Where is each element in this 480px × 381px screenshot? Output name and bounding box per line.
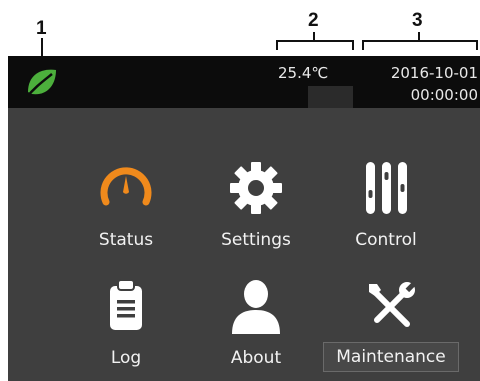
maintenance-button[interactable]: Maintenance: [316, 270, 466, 380]
callout-3-bracket: [362, 40, 478, 50]
tools-icon: [359, 274, 423, 338]
log-button[interactable]: Log: [56, 270, 196, 380]
sliders-icon: [354, 156, 418, 220]
callout-1: 1: [36, 18, 47, 39]
settings-button[interactable]: Settings: [186, 152, 326, 262]
settings-label: Settings: [221, 230, 291, 250]
temperature-readout: 25.4℃: [278, 64, 329, 82]
temperature-sub-box: [308, 86, 353, 108]
control-button[interactable]: Control: [316, 152, 456, 262]
status-label: Status: [98, 230, 154, 250]
date-readout: 2016-10-01: [390, 64, 478, 82]
clipboard-icon: [94, 274, 158, 338]
callout-2: 2: [308, 10, 319, 31]
callout-2-bracket: [276, 40, 354, 50]
callout-3: 3: [412, 10, 423, 31]
gear-icon: [224, 156, 288, 220]
about-button[interactable]: About: [186, 270, 326, 380]
leaf-icon: [22, 62, 62, 102]
time-readout: 00:00:00: [410, 86, 478, 104]
main-menu-panel: Status Settings Control Log About Mainte…: [8, 108, 480, 381]
user-icon: [224, 274, 288, 338]
status-button[interactable]: Status: [56, 152, 196, 262]
log-label: Log: [110, 348, 142, 368]
gauge-icon: [94, 156, 158, 220]
maintenance-label: Maintenance: [323, 342, 459, 372]
control-label: Control: [355, 230, 417, 250]
about-label: About: [230, 348, 282, 368]
status-bar: 25.4℃ 2016-10-01 00:00:00: [8, 56, 480, 108]
